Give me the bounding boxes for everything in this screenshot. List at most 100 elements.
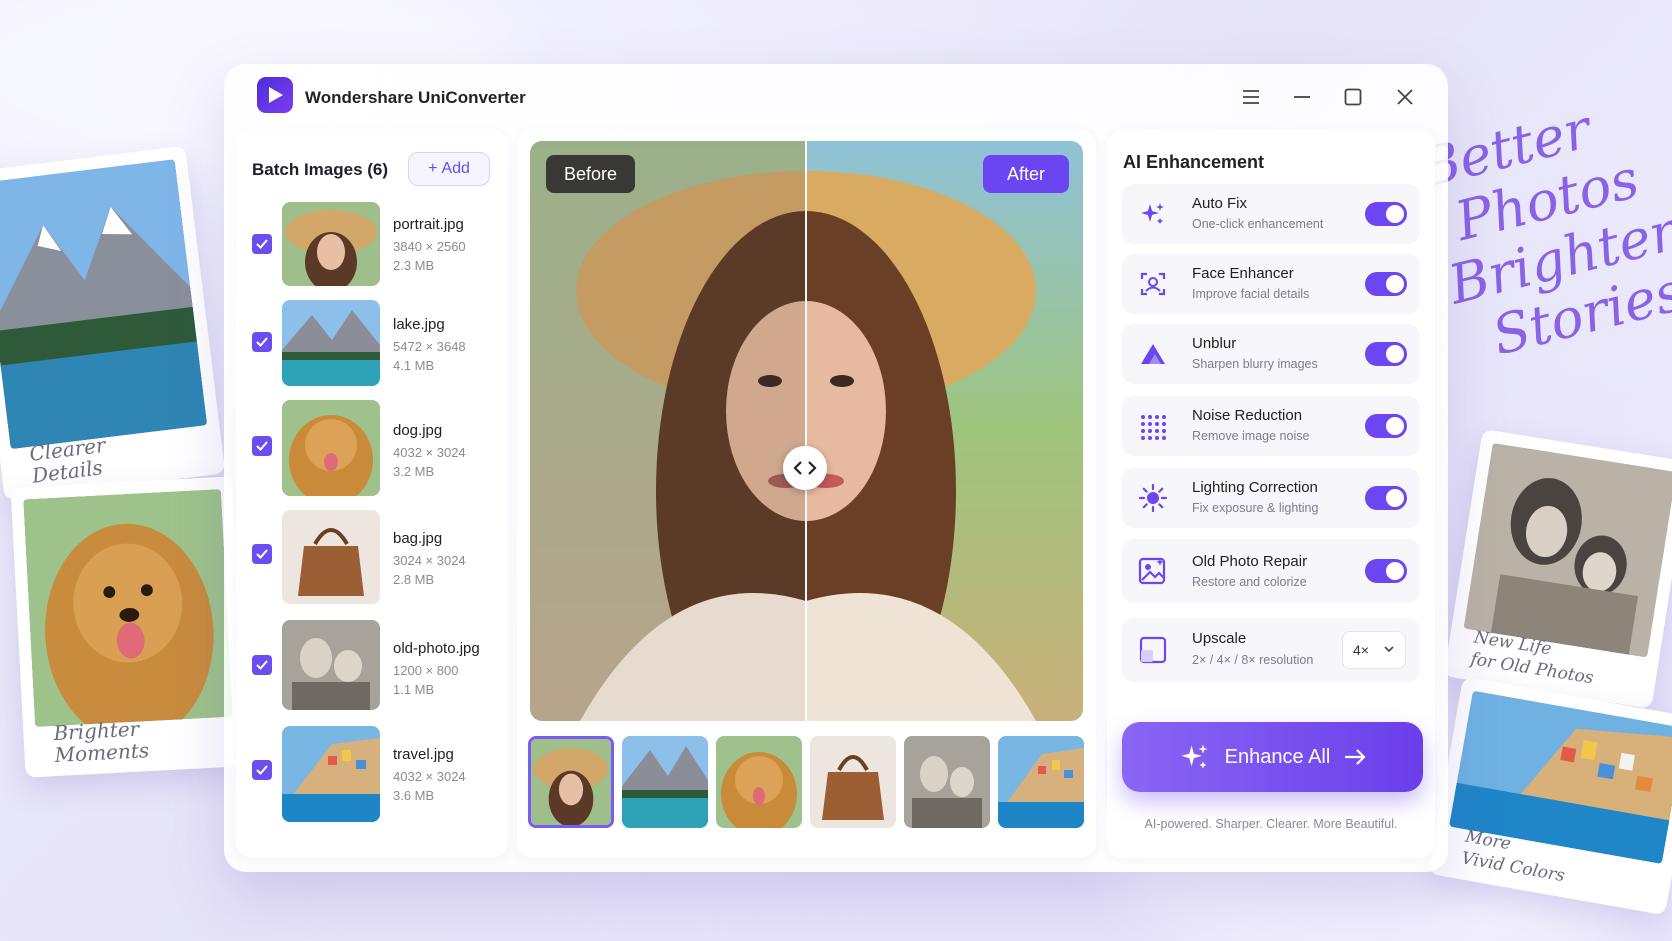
old-photo-polaroid: New Life for Old Photos bbox=[1443, 429, 1672, 709]
file-dimensions: 4032 × 3024 bbox=[393, 445, 466, 460]
close-icon[interactable] bbox=[1392, 84, 1418, 110]
feature-label: Face Enhancer bbox=[1192, 265, 1294, 282]
file-row[interactable]: bag.jpg 3024 × 3024 2.8 MB bbox=[236, 510, 508, 604]
dog-caption: Brighter Moments bbox=[52, 716, 150, 768]
file-dimensions: 1200 × 800 bbox=[393, 663, 459, 678]
dog-photo bbox=[23, 489, 233, 728]
lake-thumbnail bbox=[282, 300, 380, 386]
checkbox[interactable] bbox=[252, 544, 272, 564]
plus-icon: + bbox=[428, 160, 438, 177]
strip-thumbnail-old-photo[interactable] bbox=[904, 736, 990, 828]
file-name: dog.jpg bbox=[393, 422, 443, 439]
comparison-divider bbox=[805, 141, 807, 721]
sun-icon bbox=[1136, 482, 1170, 514]
batch-panel: Batch Images (6) + Add portrait.jpg 3840… bbox=[236, 130, 508, 858]
feature-description: One-click enhancement bbox=[1192, 217, 1324, 231]
upscale-select[interactable]: 4× bbox=[1342, 631, 1406, 669]
strip-thumbnail-bag[interactable] bbox=[810, 736, 896, 828]
feature-description: 2× / 4× / 8× resolution bbox=[1192, 653, 1314, 667]
face-enhancer-toggle[interactable] bbox=[1365, 272, 1407, 296]
maximize-icon[interactable] bbox=[1340, 84, 1366, 110]
arrow-right-icon bbox=[1345, 749, 1366, 765]
feature-lighting-correction[interactable]: Lighting Correction Fix exposure & light… bbox=[1122, 468, 1420, 528]
sparkles-icon bbox=[1136, 198, 1170, 230]
after-label: After bbox=[982, 155, 1069, 193]
checkbox[interactable] bbox=[252, 655, 272, 675]
unblur-toggle[interactable] bbox=[1365, 342, 1407, 366]
enhancement-panel: AI Enhancement Auto Fix One-click enhanc… bbox=[1107, 130, 1435, 858]
strip-thumbnail-lake[interactable] bbox=[622, 736, 708, 828]
dog-thumbnail bbox=[282, 400, 380, 496]
file-name: lake.jpg bbox=[393, 316, 445, 333]
upscale-value: 4× bbox=[1353, 642, 1369, 658]
minimize-icon[interactable] bbox=[1289, 84, 1315, 110]
checkbox[interactable] bbox=[252, 436, 272, 456]
file-dimensions: 5472 × 3648 bbox=[393, 339, 466, 354]
feature-label: Upscale bbox=[1192, 630, 1247, 647]
file-dimensions: 3840 × 2560 bbox=[393, 239, 466, 254]
thumbnail-strip bbox=[528, 736, 1084, 828]
file-row[interactable]: old-photo.jpg 1200 × 800 1.1 MB bbox=[236, 620, 508, 710]
checkbox[interactable] bbox=[252, 760, 272, 780]
feature-description: Improve facial details bbox=[1192, 287, 1310, 301]
feature-label: Auto Fix bbox=[1192, 195, 1248, 212]
file-name: portrait.jpg bbox=[393, 216, 464, 233]
strip-thumbnail-travel[interactable] bbox=[998, 736, 1084, 828]
file-row[interactable]: lake.jpg 5472 × 3648 4.1 MB bbox=[236, 300, 508, 386]
after-image bbox=[576, 141, 1083, 721]
file-name: bag.jpg bbox=[393, 530, 443, 547]
coast-polaroid: More Vivid Colors bbox=[1428, 676, 1672, 916]
file-size: 3.2 MB bbox=[393, 464, 435, 479]
feature-old-photo-repair[interactable]: Old Photo Repair Restore and colorize bbox=[1122, 539, 1420, 603]
chevron-left-right-icon bbox=[793, 461, 817, 475]
old-photo-repair-toggle[interactable] bbox=[1365, 559, 1407, 583]
chevron-down-icon bbox=[1384, 646, 1394, 653]
mountain-caption: Clearer Details bbox=[28, 432, 107, 488]
enhance-all-button[interactable]: Enhance All bbox=[1122, 722, 1423, 792]
file-size: 2.8 MB bbox=[393, 572, 435, 587]
add-button[interactable]: + Add bbox=[408, 152, 490, 186]
sparkles-icon bbox=[1180, 744, 1208, 769]
file-row[interactable]: travel.jpg 4032 × 3024 3.6 MB bbox=[236, 726, 508, 822]
file-size: 1.1 MB bbox=[393, 682, 435, 697]
noise-reduction-toggle[interactable] bbox=[1365, 414, 1407, 438]
mountain-polaroid: Clearer Details bbox=[0, 145, 226, 501]
feature-label: Unblur bbox=[1192, 335, 1237, 352]
feature-label: Noise Reduction bbox=[1192, 407, 1303, 424]
old-photo-photo bbox=[1463, 442, 1672, 658]
batch-title: Batch Images (6) bbox=[252, 160, 389, 179]
tagline: AI-powered. Sharper. Clearer. More Beaut… bbox=[1144, 817, 1398, 831]
feature-face-enhancer[interactable]: Face Enhancer Improve facial details bbox=[1122, 254, 1420, 314]
file-size: 3.6 MB bbox=[393, 788, 435, 803]
preview-panel: Before After bbox=[517, 130, 1096, 858]
slogan-handwriting: Better Photos Brighter Stories bbox=[1414, 90, 1672, 374]
file-size: 4.1 MB bbox=[393, 358, 435, 373]
feature-description: Remove image noise bbox=[1192, 429, 1310, 443]
file-name: travel.jpg bbox=[393, 746, 454, 763]
checkbox[interactable] bbox=[252, 234, 272, 254]
add-label: Add bbox=[441, 160, 470, 177]
feature-upscale[interactable]: Upscale 2× / 4× / 8× resolution 4× bbox=[1122, 618, 1420, 682]
before-image bbox=[530, 141, 1036, 721]
file-row[interactable]: portrait.jpg 3840 × 2560 2.3 MB bbox=[236, 202, 508, 286]
strip-thumbnail-dog[interactable] bbox=[716, 736, 802, 828]
file-row[interactable]: dog.jpg 4032 × 3024 3.2 MB bbox=[236, 400, 508, 496]
menu-icon[interactable] bbox=[1238, 84, 1264, 110]
checkbox[interactable] bbox=[252, 332, 272, 352]
strip-thumbnail-portrait[interactable] bbox=[528, 736, 614, 828]
app-window: Wondershare UniConverter Batch Images (6… bbox=[224, 64, 1448, 872]
feature-description: Fix exposure & lighting bbox=[1192, 501, 1319, 515]
feature-auto-fix[interactable]: Auto Fix One-click enhancement bbox=[1122, 184, 1420, 244]
feature-noise-reduction[interactable]: Noise Reduction Remove image noise bbox=[1122, 396, 1420, 456]
before-label: Before bbox=[546, 155, 636, 193]
auto-fix-toggle[interactable] bbox=[1365, 202, 1407, 226]
feature-unblur[interactable]: Unblur Sharpen blurry images bbox=[1122, 324, 1420, 384]
before-after-comparison[interactable]: Before After bbox=[530, 141, 1083, 721]
enhancement-title: AI Enhancement bbox=[1123, 152, 1265, 172]
slider-handle[interactable] bbox=[783, 446, 827, 490]
old-photo-thumbnail bbox=[282, 620, 380, 710]
dog-polaroid: Brighter Moments bbox=[10, 476, 248, 778]
lighting-correction-toggle[interactable] bbox=[1365, 486, 1407, 510]
file-size: 2.3 MB bbox=[393, 258, 435, 273]
image-repair-icon bbox=[1136, 555, 1170, 587]
